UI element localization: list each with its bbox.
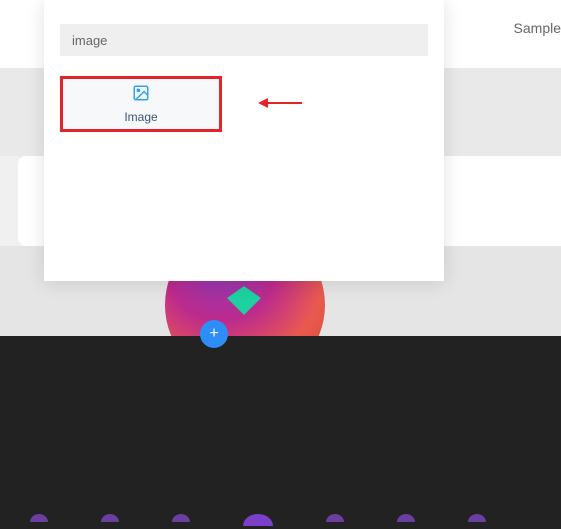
dot: [172, 514, 190, 522]
footer: [0, 336, 561, 529]
dot: [468, 514, 486, 522]
add-button[interactable]: +: [200, 320, 228, 348]
footer-dots: [30, 514, 486, 526]
dot: [30, 514, 48, 522]
dot: [397, 514, 415, 522]
dot: [101, 514, 119, 522]
module-picker-modal: Image: [44, 0, 444, 281]
annotation-arrow: [258, 98, 302, 108]
dot: [326, 514, 344, 522]
search-input[interactable]: [60, 24, 428, 56]
plus-icon: +: [209, 325, 218, 343]
image-module-card[interactable]: Image: [60, 76, 222, 132]
module-label: Image: [124, 110, 157, 124]
dot: [243, 514, 273, 526]
image-icon: [132, 84, 150, 107]
sample-link[interactable]: Sample: [514, 20, 561, 36]
